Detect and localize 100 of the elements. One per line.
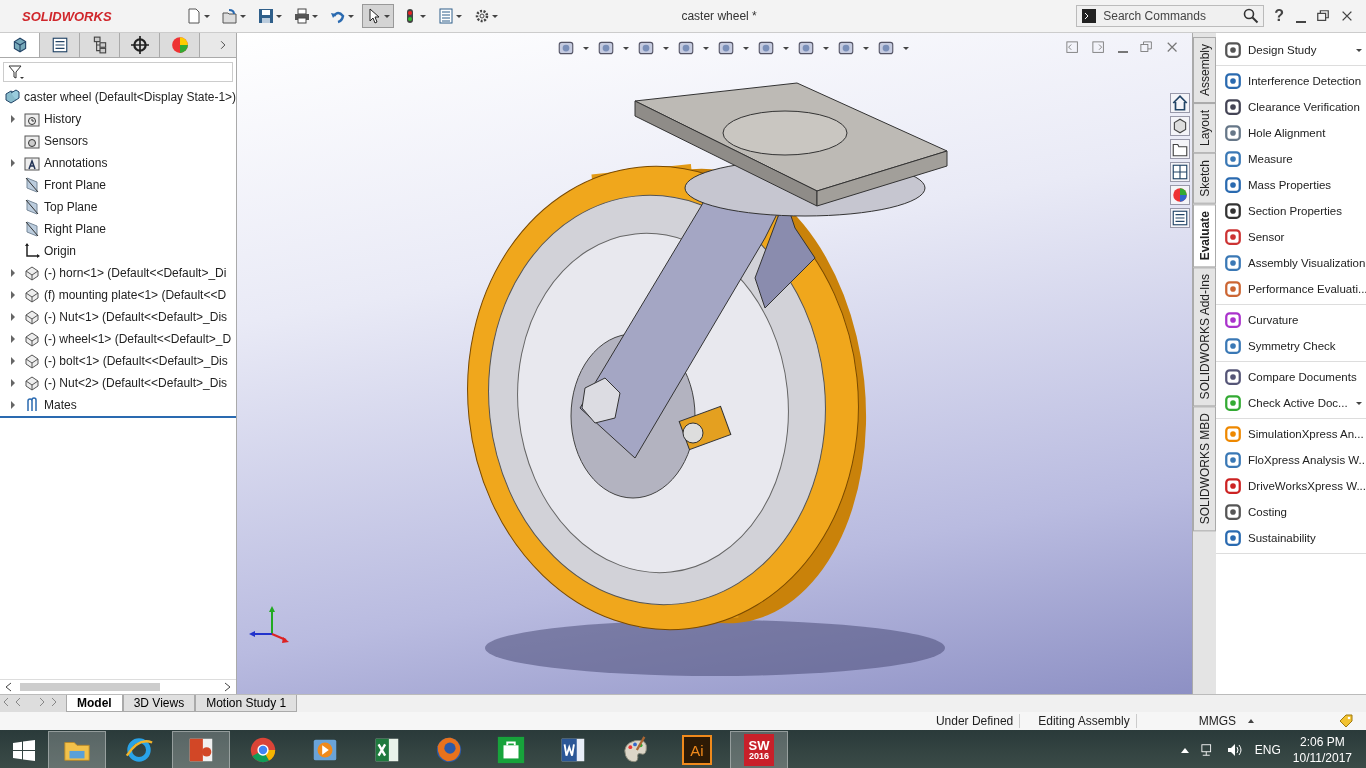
command-button[interactable]: Design Study <box>1216 37 1366 63</box>
side-tab[interactable]: SOLIDWORKS MBD <box>1193 406 1216 532</box>
toolbar-button[interactable] <box>362 4 394 28</box>
tree-item[interactable]: Top Plane <box>0 196 236 218</box>
search-icon <box>1243 8 1260 24</box>
part-icon <box>24 375 40 391</box>
minimize-icon <box>1296 21 1306 23</box>
tool-icon <box>1224 176 1242 194</box>
expand-arrow-icon <box>10 313 16 321</box>
language-indicator[interactable]: ENG <box>1254 743 1281 757</box>
command-button[interactable]: Measure <box>1216 146 1366 172</box>
tool-icon <box>1224 368 1242 386</box>
command-button[interactable]: Hole Alignment <box>1216 120 1366 146</box>
side-tab[interactable]: SOLIDWORKS Add-Ins <box>1193 267 1216 407</box>
command-button[interactable]: Sustainability <box>1216 525 1366 551</box>
panel-tab[interactable] <box>80 33 120 57</box>
tree-item[interactable]: (-) horn<1> (Default<<Default>_Di <box>0 262 236 284</box>
tree-item[interactable]: (-) bolt<1> (Default<<Default>_Dis <box>0 350 236 372</box>
caret-icon <box>1356 402 1362 405</box>
caret-icon <box>863 46 869 50</box>
tree-item[interactable]: Origin <box>0 240 236 262</box>
panel-tab[interactable] <box>0 33 40 57</box>
view-tab[interactable]: Model <box>66 695 123 712</box>
caret-icon <box>823 46 829 50</box>
side-tab[interactable]: Assembly <box>1193 37 1216 103</box>
tree-item[interactable]: (-) wheel<1> (Default<<Default>_D <box>0 328 236 350</box>
panel-tab[interactable] <box>40 33 80 57</box>
expand-arrow-icon <box>10 159 16 167</box>
command-button[interactable]: Check Active Doc... <box>1216 390 1366 416</box>
command-button[interactable]: Interference Detection <box>1216 68 1366 94</box>
tool-icon <box>1224 425 1242 443</box>
command-button[interactable]: DriveWorksXpress W... <box>1216 473 1366 499</box>
taskbar-app-button[interactable]: SW 2016 <box>730 731 788 768</box>
search-input[interactable]: Search Commands <box>1101 8 1240 24</box>
filter-field[interactable] <box>3 62 233 82</box>
folder-arrow-icon <box>222 8 238 24</box>
tree-item[interactable]: History <box>0 108 236 130</box>
plane-icon <box>24 199 40 215</box>
clock-time: 2:06 PM <box>1300 735 1345 749</box>
view-tab[interactable]: Motion Study 1 <box>195 695 298 712</box>
command-button[interactable]: Symmetry Check <box>1216 333 1366 359</box>
command-button[interactable]: FloXpress Analysis W... <box>1216 447 1366 473</box>
scroll-right-icon <box>224 682 232 692</box>
command-button[interactable]: Mass Properties <box>1216 172 1366 198</box>
expand-arrow-icon <box>10 379 16 387</box>
tool-icon <box>1224 202 1242 220</box>
tree-item[interactable]: Mates <box>0 394 236 416</box>
tree-item[interactable]: Front Plane <box>0 174 236 196</box>
home-icon <box>1170 93 1190 113</box>
command-button[interactable]: Sensor <box>1216 224 1366 250</box>
app-letters-icon: Ai <box>682 735 712 765</box>
3d-viewport[interactable] <box>237 33 1192 694</box>
list-icon <box>1170 208 1190 228</box>
caret-icon <box>903 46 909 50</box>
tool-icon <box>1224 451 1242 469</box>
tree-item[interactable]: (f) mounting plate<1> (Default<<D <box>0 284 236 306</box>
command-button[interactable]: Compare Documents <box>1216 364 1366 390</box>
command-button[interactable]: Clearance Verification <box>1216 94 1366 120</box>
list-icon <box>438 8 454 24</box>
tree-item[interactable]: caster wheel (Default<Display State-1>) <box>0 86 236 108</box>
tree-item[interactable]: Right Plane <box>0 218 236 240</box>
side-tab[interactable]: Evaluate <box>1193 203 1216 268</box>
taskbar-app-button[interactable] <box>172 731 230 768</box>
caret-icon <box>204 14 210 18</box>
pointer-icon <box>366 8 382 24</box>
help-button[interactable]: ? <box>1272 7 1286 25</box>
command-button[interactable]: Section Properties <box>1216 198 1366 224</box>
view-tab[interactable]: 3D Views <box>122 695 196 712</box>
expand-arrow-icon <box>10 115 16 123</box>
folder-icon <box>1170 139 1190 159</box>
caret-icon <box>1356 49 1362 52</box>
list-icon <box>50 36 69 54</box>
scrollbar-thumb[interactable] <box>20 683 160 691</box>
side-tab[interactable]: Sketch <box>1193 153 1216 204</box>
command-button[interactable]: Curvature <box>1216 307 1366 333</box>
units-selector[interactable]: MMGS <box>1198 714 1236 728</box>
panel-tab[interactable] <box>120 33 160 57</box>
command-button[interactable]: Assembly Visualization <box>1216 250 1366 276</box>
tree-item[interactable]: (-) Nut<1> (Default<<Default>_Dis <box>0 306 236 328</box>
command-button[interactable]: Performance Evaluati... <box>1216 276 1366 302</box>
speaker-icon <box>1226 742 1243 758</box>
search-field[interactable]: Search Commands <box>1076 5 1265 27</box>
expand-arrow-icon <box>10 335 16 343</box>
caret-icon <box>276 14 282 18</box>
side-tab[interactable]: Layout <box>1193 103 1216 154</box>
tool-icon <box>1224 311 1242 329</box>
command-button[interactable]: SimulationXpress An... <box>1216 421 1366 447</box>
taskbar-app-button[interactable]: Ai <box>668 731 726 768</box>
tree-item[interactable]: Annotations <box>0 152 236 174</box>
color-ball-icon <box>1170 185 1190 205</box>
tree-item[interactable]: Sensors <box>0 130 236 152</box>
tree-item[interactable]: (-) Nut<2> (Default<<Default>_Dis <box>0 372 236 394</box>
restore-icon <box>1316 9 1330 23</box>
globe-icon <box>434 735 464 765</box>
part-icon <box>24 309 40 325</box>
caret-icon <box>240 14 246 18</box>
command-button[interactable]: Costing <box>1216 499 1366 525</box>
caret-icon <box>348 14 354 18</box>
caret-icon <box>743 46 749 50</box>
expand-arrow-icon <box>10 291 16 299</box>
